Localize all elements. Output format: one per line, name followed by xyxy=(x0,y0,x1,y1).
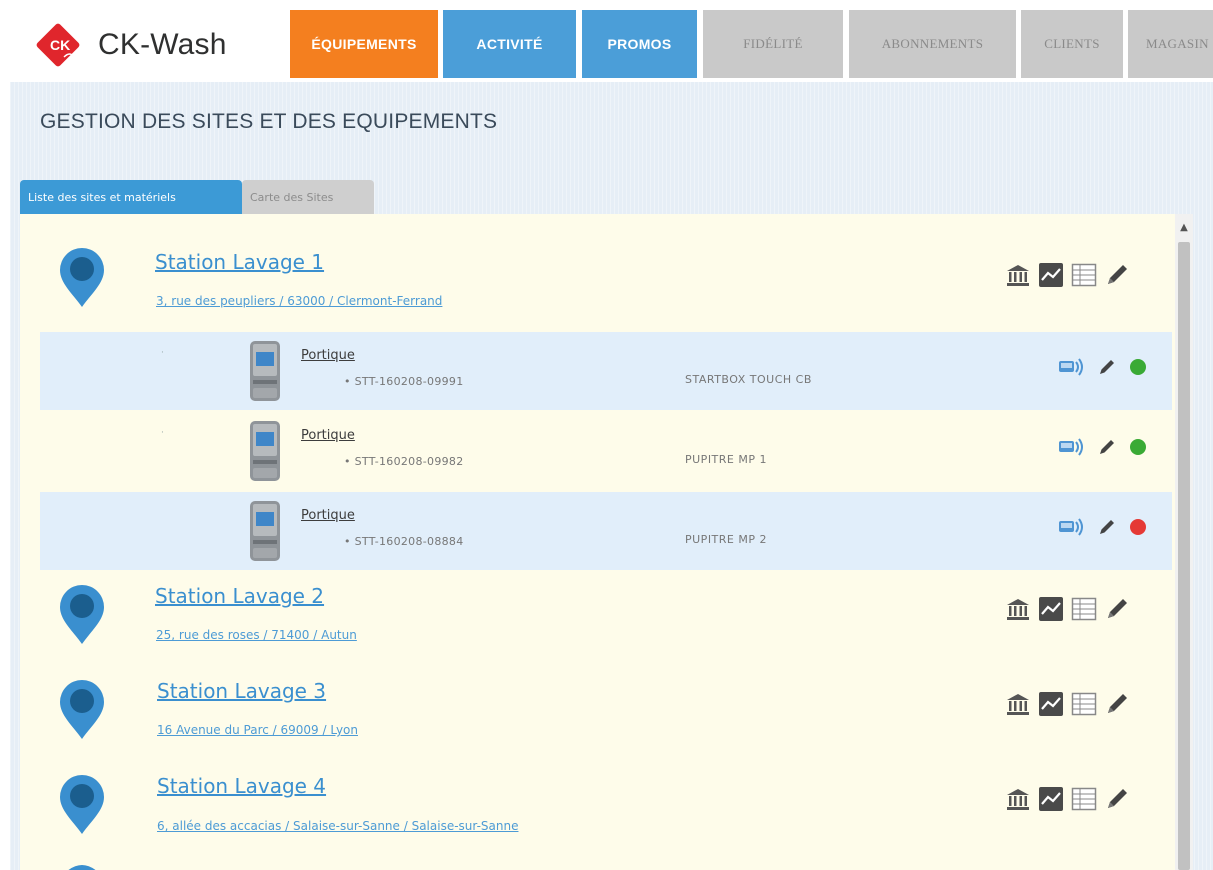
edit-icon[interactable] xyxy=(1094,514,1120,540)
station-item: Station Lavage 2 25, rue des roses / 714… xyxy=(20,572,1175,667)
equipment-serial: • STT-160208-08884 xyxy=(344,535,464,548)
station-actions xyxy=(1003,689,1132,719)
equipment-name-link[interactable]: Portique xyxy=(301,348,355,363)
station-address-link[interactable]: 6, allée des accacias / Salaise-sur-Sann… xyxy=(157,819,518,833)
tab-sites-map[interactable]: Carte des Sites xyxy=(242,180,374,214)
status-offline-indicator xyxy=(1130,519,1146,535)
equipment-model: PUPITRE MP 1 xyxy=(685,453,767,466)
edit-icon[interactable] xyxy=(1094,434,1120,460)
chart-icon[interactable] xyxy=(1036,784,1066,814)
equipment-serial: • STT-160208-09991 xyxy=(344,375,464,388)
page-title: GESTION DES SITES ET DES EQUIPEMENTS xyxy=(40,110,498,133)
station-item: Station Lavage 1 3, rue des peupliers / … xyxy=(20,214,1175,324)
edit-icon[interactable] xyxy=(1094,354,1120,380)
station-actions xyxy=(1003,260,1132,290)
equipment-model: STARTBOX TOUCH CB xyxy=(685,373,812,386)
equipment-actions xyxy=(1058,514,1146,540)
table-icon[interactable] xyxy=(1069,784,1099,814)
nav-tab-fidelite[interactable]: FIDÉLITÉ xyxy=(703,10,843,78)
terminal-device-icon xyxy=(250,341,280,401)
bank-icon[interactable] xyxy=(1003,260,1033,290)
station-name-link[interactable]: Station Lavage 3 xyxy=(157,679,326,703)
nav-tab-clients[interactable]: CLIENTS xyxy=(1021,10,1123,78)
brand[interactable]: CK CK-Wash xyxy=(30,10,227,80)
table-icon[interactable] xyxy=(1069,689,1099,719)
map-pin-icon xyxy=(60,248,104,307)
edit-icon[interactable] xyxy=(1102,689,1132,719)
nav-tab-promos[interactable]: PROMOS xyxy=(582,10,697,78)
station-item: Station Lavage 3 16 Avenue du Parc / 690… xyxy=(20,667,1175,762)
chart-icon[interactable] xyxy=(1036,260,1066,290)
bank-icon[interactable] xyxy=(1003,784,1033,814)
station-actions xyxy=(1003,594,1132,624)
scrollbar-thumb[interactable] xyxy=(1178,242,1190,870)
edit-icon[interactable] xyxy=(1102,594,1132,624)
equipment-row: Portique • STT-160208-08884 PUPITRE MP 2 xyxy=(40,492,1172,570)
nav-tab-equipements[interactable]: ÉQUIPEMENTS xyxy=(290,10,438,78)
equipment-actions xyxy=(1058,354,1146,380)
status-online-indicator xyxy=(1130,359,1146,375)
station-address-link[interactable]: 25, rue des roses / 71400 / Autun xyxy=(156,628,357,642)
station-address-link[interactable]: 3, rue des peupliers / 63000 / Clermont-… xyxy=(156,294,442,308)
brand-name: CK-Wash xyxy=(98,28,227,61)
equipment-model: PUPITRE MP 2 xyxy=(685,533,767,546)
station-name-link[interactable]: Station Lavage 1 xyxy=(155,250,324,274)
nav-tab-activite[interactable]: ACTIVITÉ xyxy=(443,10,576,78)
remote-terminal-icon[interactable] xyxy=(1058,514,1084,540)
ckwash-logo-icon: CK xyxy=(36,23,80,67)
map-pin-icon xyxy=(68,865,96,870)
station-item: Station Lavage 4 6, allée des accacias /… xyxy=(20,762,1175,857)
terminal-device-icon xyxy=(250,501,280,561)
bank-icon[interactable] xyxy=(1003,594,1033,624)
equipment-serial: • STT-160208-09982 xyxy=(344,455,464,468)
remote-terminal-icon[interactable] xyxy=(1058,354,1084,380)
bullet-mark: · xyxy=(161,428,164,438)
nav-tab-magasin[interactable]: MAGASIN xyxy=(1128,10,1213,78)
equipment-row: · Portique • STT-160208-09982 PUPITRE MP… xyxy=(40,412,1172,490)
terminal-device-icon xyxy=(250,421,280,481)
table-icon[interactable] xyxy=(1069,594,1099,624)
vertical-scrollbar[interactable]: ▲ xyxy=(1175,214,1193,870)
table-icon[interactable] xyxy=(1069,260,1099,290)
map-pin-icon xyxy=(60,585,104,644)
map-pin-icon xyxy=(60,775,104,834)
tab-sites-list[interactable]: Liste des sites et matériels xyxy=(20,180,242,214)
station-name-link[interactable]: Station Lavage 4 xyxy=(157,774,326,798)
status-online-indicator xyxy=(1130,439,1146,455)
top-navigation-bar: CK CK-Wash ÉQUIPEMENTS ACTIVITÉ PROMOS F… xyxy=(0,0,1213,80)
svg-text:CK: CK xyxy=(50,37,70,53)
equipment-name-link[interactable]: Portique xyxy=(301,508,355,523)
remote-terminal-icon[interactable] xyxy=(1058,434,1084,460)
station-actions xyxy=(1003,784,1132,814)
equipment-name-link[interactable]: Portique xyxy=(301,428,355,443)
station-address-link[interactable]: 16 Avenue du Parc / 69009 / Lyon xyxy=(157,723,358,737)
scroll-up-arrow-icon[interactable]: ▲ xyxy=(1175,220,1193,234)
map-pin-icon xyxy=(60,680,104,739)
nav-tab-abonnements[interactable]: ABONNEMENTS xyxy=(849,10,1016,78)
edit-icon[interactable] xyxy=(1102,260,1132,290)
chart-icon[interactable] xyxy=(1036,594,1066,624)
edit-icon[interactable] xyxy=(1102,784,1132,814)
equipment-row: · Portique • STT-160208-09991 STARTBOX T… xyxy=(40,332,1172,410)
equipment-actions xyxy=(1058,434,1146,460)
station-name-link[interactable]: Station Lavage 2 xyxy=(155,584,324,608)
bullet-mark: · xyxy=(161,348,164,358)
sites-list-panel: Station Lavage 1 3, rue des peupliers / … xyxy=(20,214,1175,870)
bank-icon[interactable] xyxy=(1003,689,1033,719)
chart-icon[interactable] xyxy=(1036,689,1066,719)
